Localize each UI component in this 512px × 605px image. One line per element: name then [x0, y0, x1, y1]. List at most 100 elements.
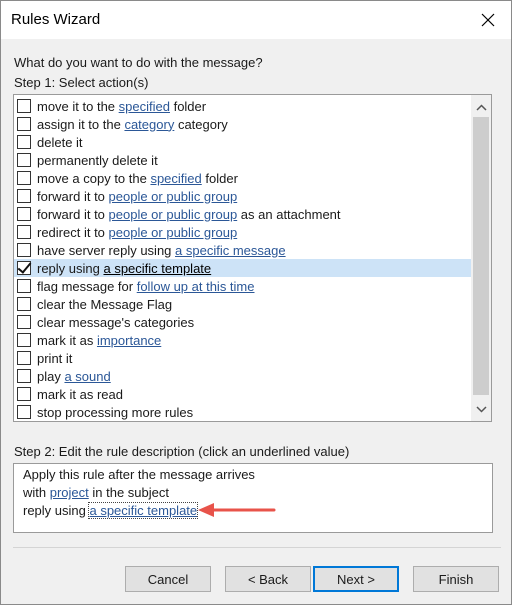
cancel-button[interactable]: Cancel — [125, 566, 211, 592]
action-text: permanently delete it — [37, 152, 158, 168]
description-text: reply using — [23, 503, 90, 518]
checkbox[interactable] — [17, 279, 31, 293]
checkbox[interactable] — [17, 315, 31, 329]
action-link[interactable]: category — [124, 117, 174, 132]
action-text: redirect it to — [37, 224, 109, 240]
action-item[interactable]: clear message's categories — [14, 313, 471, 331]
specific-template-link[interactable]: a specific template — [88, 502, 199, 519]
close-button[interactable] — [465, 1, 511, 39]
checkbox[interactable] — [17, 225, 31, 239]
checkbox[interactable] — [17, 207, 31, 221]
chevron-down-icon — [475, 405, 487, 413]
action-item[interactable]: reply using a specific template — [14, 259, 471, 277]
description-text: in the subject — [88, 485, 169, 500]
description-line-3: reply using a specific template — [23, 502, 199, 519]
action-text: flag message for — [37, 278, 137, 294]
close-icon — [481, 13, 495, 27]
action-item[interactable]: permanently delete it — [14, 151, 471, 169]
scroll-thumb[interactable] — [473, 117, 489, 395]
action-text: move a copy to the — [37, 170, 151, 186]
action-item[interactable]: delete it — [14, 133, 471, 151]
annotation-arrow-icon — [198, 503, 276, 517]
next-button[interactable]: Next > — [313, 566, 399, 592]
description-text: Apply this rule after the message arrive… — [23, 467, 255, 482]
checkbox[interactable] — [17, 153, 31, 167]
action-item[interactable]: have server reply using a specific messa… — [14, 241, 471, 259]
action-link[interactable]: people or public group — [109, 225, 238, 240]
checkbox[interactable] — [17, 405, 31, 419]
vertical-scrollbar[interactable] — [471, 95, 491, 421]
action-text: category — [174, 116, 228, 132]
checkbox[interactable] — [17, 99, 31, 113]
action-text: move it to the — [37, 98, 119, 114]
actions-list[interactable]: move it to the specified folder assign it… — [13, 94, 492, 422]
description-line-2: with project in the subject — [23, 485, 169, 500]
checkbox[interactable] — [17, 387, 31, 401]
action-item[interactable]: move a copy to the specified folder — [14, 169, 471, 187]
chevron-up-icon — [475, 103, 487, 111]
checkbox[interactable] — [17, 369, 31, 383]
checkbox[interactable] — [17, 117, 31, 131]
action-item[interactable]: print it — [14, 349, 471, 367]
rule-description-box: Apply this rule after the message arrive… — [13, 463, 493, 533]
divider — [13, 547, 501, 548]
checkbox[interactable] — [17, 171, 31, 185]
prompt-label: What do you want to do with the message? — [14, 55, 263, 70]
checkbox[interactable] — [17, 297, 31, 311]
action-link[interactable]: follow up at this time — [137, 279, 255, 294]
description-line-1: Apply this rule after the message arrive… — [23, 467, 255, 482]
action-link[interactable]: a specific template — [103, 261, 211, 276]
finish-button[interactable]: Finish — [413, 566, 499, 592]
action-text: assign it to the — [37, 116, 125, 132]
action-text: folder — [169, 98, 207, 114]
action-item[interactable]: clear the Message Flag — [14, 295, 471, 313]
title-bar: Rules Wizard — [1, 1, 511, 39]
back-button[interactable]: < Back — [225, 566, 311, 592]
action-text: have server reply using — [37, 242, 176, 258]
action-item[interactable]: stop processing more rules — [14, 403, 471, 421]
actions-list-items: move it to the specified folder assign it… — [14, 97, 471, 421]
action-text: stop processing more rules — [37, 404, 194, 420]
action-item[interactable]: flag message for follow up at this time — [14, 277, 471, 295]
action-item[interactable]: forward it to people or public group — [14, 187, 471, 205]
action-text: mark it as — [37, 332, 97, 348]
action-text: forward it to — [37, 206, 109, 222]
step2-label: Step 2: Edit the rule description (click… — [14, 444, 350, 459]
checkbox[interactable] — [17, 351, 31, 365]
action-link[interactable]: importance — [97, 333, 161, 348]
action-item[interactable]: move it to the specified folder — [14, 97, 471, 115]
action-link[interactable]: specified — [150, 171, 201, 186]
action-item[interactable]: assign it to the category category — [14, 115, 471, 133]
checkbox[interactable] — [17, 333, 31, 347]
checkbox[interactable] — [17, 189, 31, 203]
step1-label: Step 1: Select action(s) — [14, 75, 149, 90]
action-text: as an attachment — [237, 206, 341, 222]
action-item[interactable]: mark it as read — [14, 385, 471, 403]
action-item[interactable]: mark it as importance — [14, 331, 471, 349]
action-link[interactable]: people or public group — [109, 207, 238, 222]
scroll-down-button[interactable] — [471, 399, 491, 419]
action-link[interactable]: people or public group — [109, 189, 238, 204]
action-text: reply using — [37, 260, 104, 276]
action-text: folder — [201, 170, 238, 186]
action-item[interactable]: forward it to people or public group as … — [14, 205, 471, 223]
description-text: with — [23, 485, 50, 500]
action-item[interactable]: play a sound — [14, 367, 471, 385]
scroll-up-button[interactable] — [471, 97, 491, 117]
action-text: print it — [37, 350, 73, 366]
action-text: forward it to — [37, 188, 109, 204]
action-text: delete it — [37, 134, 83, 150]
action-text: play — [37, 368, 65, 384]
checkbox-checked[interactable] — [17, 261, 31, 275]
window-title: Rules Wizard — [11, 11, 101, 28]
rules-wizard-dialog: Rules Wizard What do you want to do with… — [0, 0, 512, 605]
action-text: mark it as read — [37, 386, 123, 402]
action-link[interactable]: specified — [119, 99, 170, 114]
checkbox[interactable] — [17, 243, 31, 257]
checkbox[interactable] — [17, 135, 31, 149]
action-link[interactable]: a sound — [64, 369, 110, 384]
action-item[interactable]: redirect it to people or public group — [14, 223, 471, 241]
action-text: clear message's categories — [37, 314, 195, 330]
action-link[interactable]: a specific message — [175, 243, 286, 258]
project-link[interactable]: project — [50, 485, 89, 500]
